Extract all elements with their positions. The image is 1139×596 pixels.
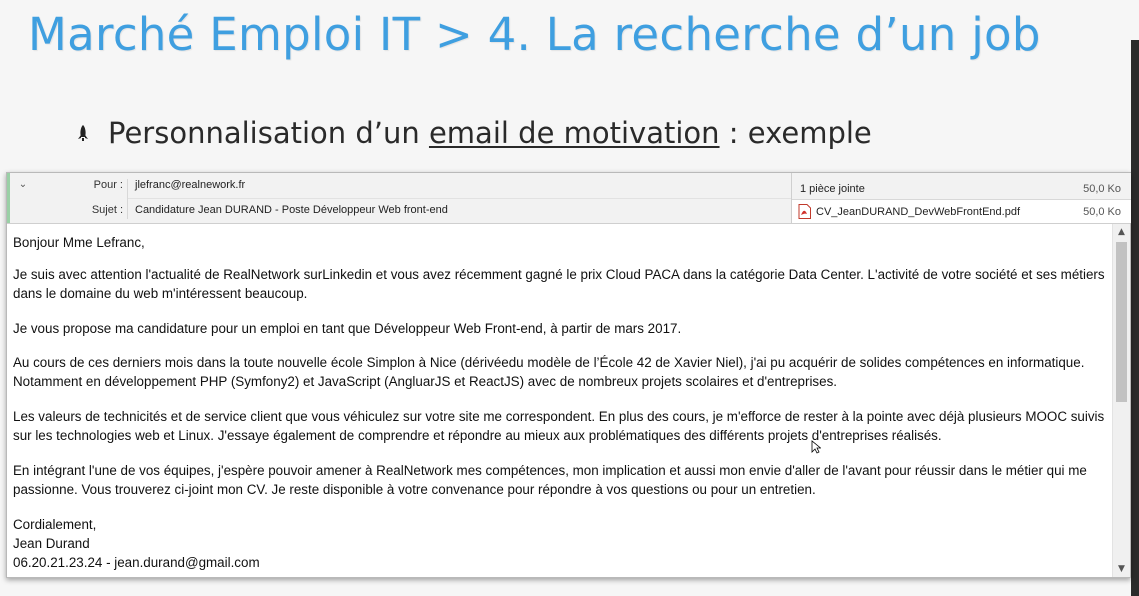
rocket-bullet-icon — [78, 125, 88, 141]
paragraph-3: Au cours de ces derniers mois dans la to… — [13, 355, 1085, 389]
email-body[interactable]: Bonjour Mme Lefranc, Je suis avec attent… — [13, 229, 1108, 574]
bullet-text: Personnalisation d’un email de motivatio… — [108, 116, 872, 150]
closing: Cordialement, — [13, 517, 97, 532]
bullet-item: Personnalisation d’un email de motivatio… — [76, 116, 872, 150]
scroll-thumb[interactable] — [1116, 242, 1127, 402]
paragraph-2: Je vous propose ma candidature pour un e… — [13, 321, 682, 336]
signature-contact: 06.20.21.23.24 - jean.durand@gmail.com — [13, 555, 260, 570]
attachments-total-size: 50,0 Ko — [1083, 183, 1121, 195]
paragraph-5: En intégrant l'une de vos équipes, j'esp… — [13, 463, 1087, 497]
to-field[interactable]: jlefranc@realnework.fr — [135, 179, 245, 191]
vertical-scrollbar[interactable]: ▲ ▼ — [1112, 224, 1130, 577]
slide-title: Marché Emploi IT > 4. La recherche d’un … — [28, 8, 1041, 61]
header-divider — [127, 198, 792, 199]
mouse-cursor-icon — [811, 440, 821, 454]
bullet-text-post: : exemple — [719, 116, 872, 150]
collapse-chevron-icon[interactable]: ⌄ — [13, 177, 33, 193]
attachment-name: CV_JeanDURAND_DevWebFrontEnd.pdf — [816, 206, 1020, 218]
to-label: Pour : — [93, 179, 123, 191]
signature-name: Jean Durand — [13, 536, 90, 551]
window-edge — [1131, 40, 1139, 596]
greeting: Bonjour Mme Lefranc, — [13, 235, 145, 250]
paragraph-1: Je suis avec attention l'actualité de Re… — [13, 267, 1105, 301]
pdf-file-icon — [798, 204, 811, 219]
scroll-up-icon[interactable]: ▲ — [1113, 224, 1130, 240]
attachment-item[interactable]: CV_JeanDURAND_DevWebFrontEnd.pdf 50,0 Ko — [792, 199, 1131, 223]
bullet-text-underlined: email de motivation — [428, 116, 720, 150]
email-window: ⌄ Pour : jlefranc@realnework.fr Sujet : … — [6, 172, 1131, 578]
bullet-text-pre: Personnalisation d’un — [108, 116, 429, 150]
attachments-panel: 1 pièce jointe 50,0 Ko CV_JeanDURAND_Dev… — [791, 173, 1131, 223]
paragraph-4: Les valeurs de technicités et de service… — [13, 409, 1105, 443]
accent-bar — [7, 173, 10, 223]
attachments-count: 1 pièce jointe — [800, 183, 865, 195]
attachment-size: 50,0 Ko — [1083, 206, 1121, 218]
label-divider — [127, 179, 128, 219]
email-header: ⌄ Pour : jlefranc@realnework.fr Sujet : … — [7, 173, 1131, 224]
scroll-down-icon[interactable]: ▼ — [1113, 561, 1130, 577]
attachments-header[interactable]: 1 pièce jointe 50,0 Ko — [792, 177, 1131, 201]
subject-label: Sujet : — [91, 204, 123, 216]
subject-field[interactable]: Candidature Jean DURAND - Poste Développ… — [135, 204, 448, 216]
